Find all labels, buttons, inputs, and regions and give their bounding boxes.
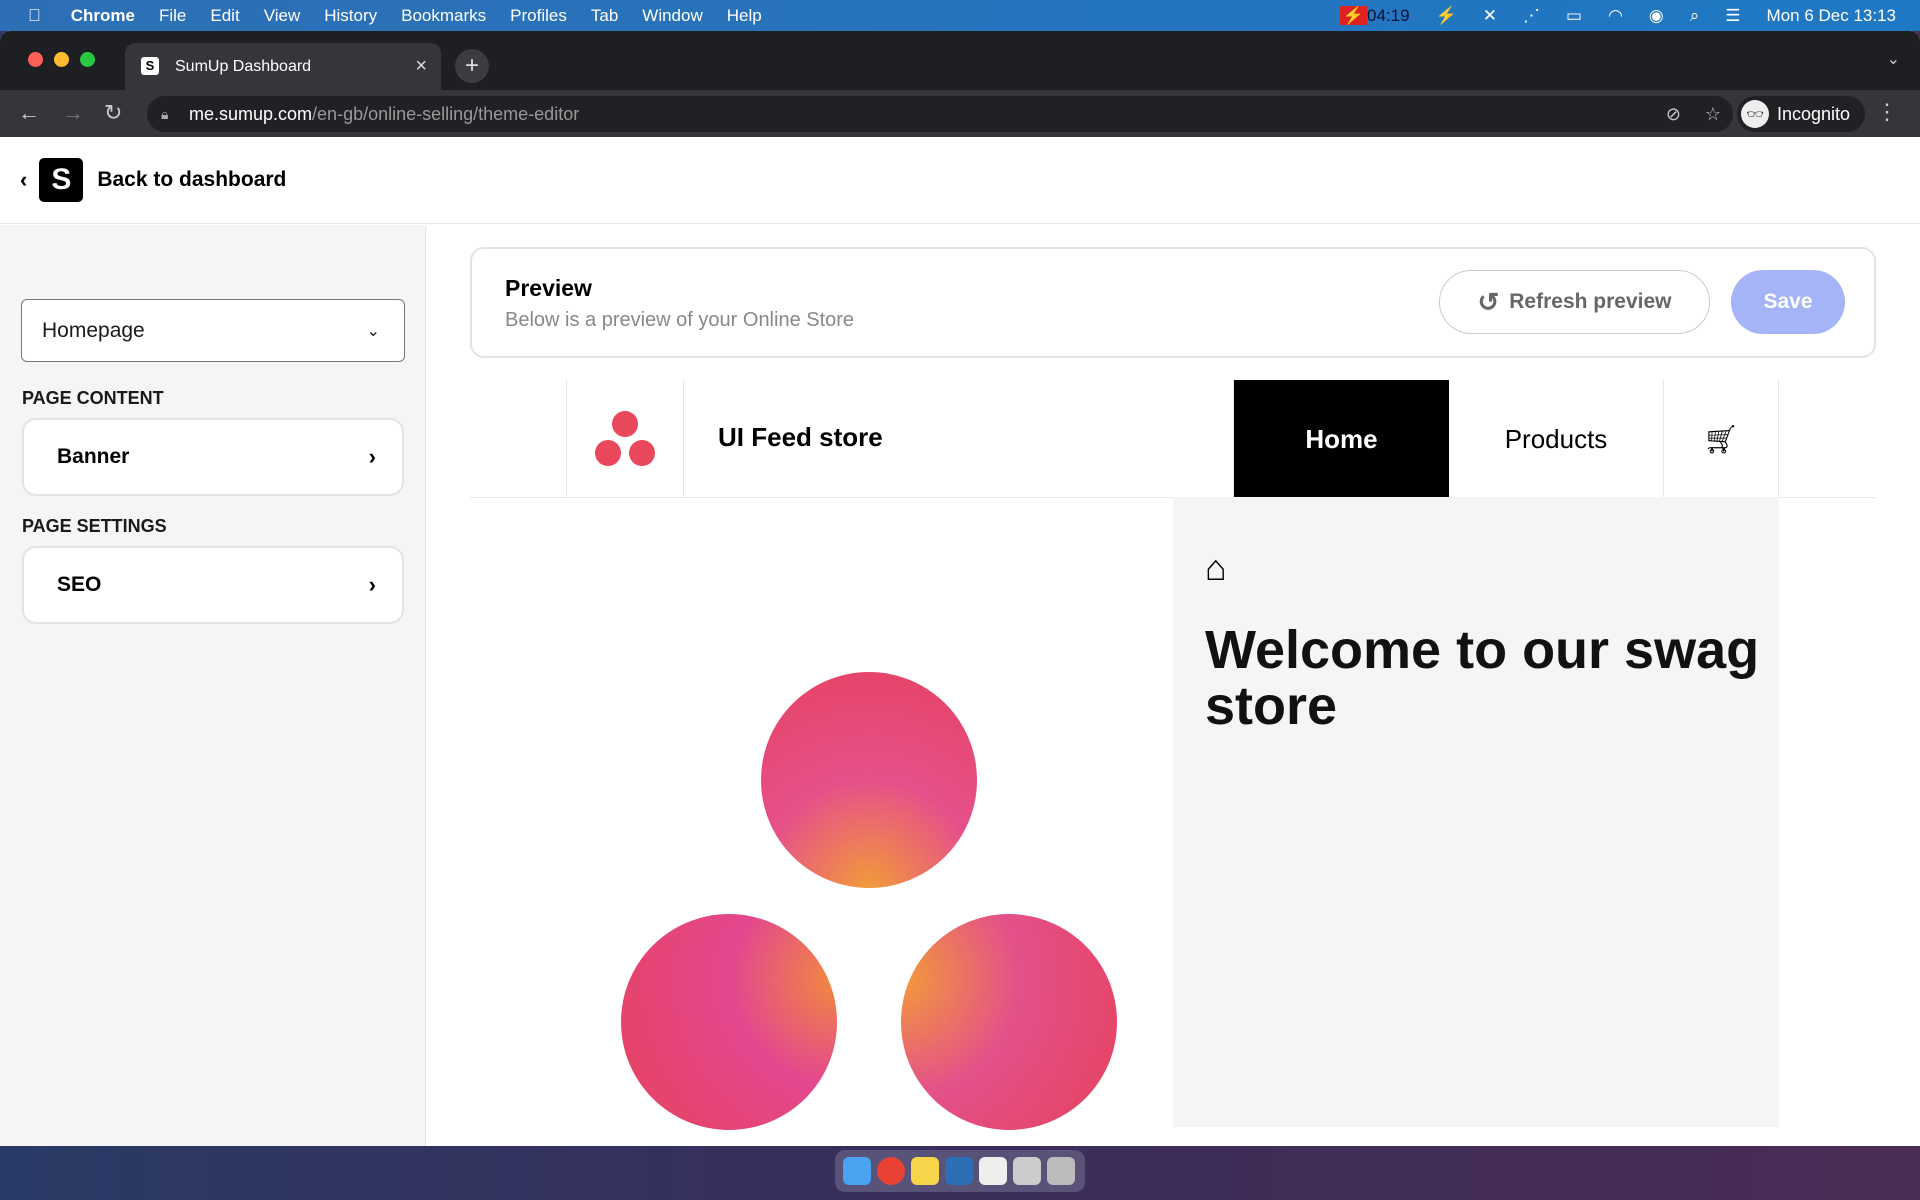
- menu-app[interactable]: Chrome: [71, 6, 135, 26]
- tab-title: SumUp Dashboard: [175, 57, 312, 75]
- store-logo[interactable]: [566, 380, 684, 498]
- back-icon[interactable]: ←: [18, 100, 40, 126]
- refresh-icon: ↺: [1477, 286, 1500, 317]
- menu-window[interactable]: Window: [642, 6, 702, 26]
- dock: [835, 1150, 1085, 1192]
- save-button[interactable]: Save: [1731, 270, 1845, 334]
- back-to-dashboard-link[interactable]: Back to dashboard: [97, 168, 286, 192]
- store-logo-icon: [595, 411, 655, 466]
- close-window-button[interactable]: [28, 52, 43, 67]
- page-settings-heading: PAGE SETTINGS: [22, 516, 167, 536]
- browser-menu-icon[interactable]: ⋮: [1876, 99, 1898, 125]
- document-icon[interactable]: [979, 1157, 1007, 1185]
- reload-icon[interactable]: ↻: [104, 100, 122, 126]
- page-content-heading: PAGE CONTENT: [22, 388, 164, 408]
- maximize-window-button[interactable]: [80, 52, 95, 67]
- hero-circle-left: [621, 914, 837, 1130]
- recording-icon: ⚡: [1339, 5, 1368, 25]
- chevron-down-icon: ⌄: [366, 322, 380, 340]
- incognito-profile-button[interactable]: 👓︎ Incognito: [1737, 96, 1865, 132]
- browser-window: S SumUp Dashboard × + ⌄ ← → ↻ 🔒︎ me.sumu…: [0, 31, 1920, 1146]
- hero-circle-right: [901, 914, 1117, 1130]
- forward-icon[interactable]: →: [62, 100, 84, 126]
- menu-view[interactable]: View: [264, 6, 301, 26]
- cart-icon[interactable]: 🛒︎: [1663, 380, 1779, 498]
- bolt-icon[interactable]: ⚡: [1436, 6, 1457, 26]
- close-tab-icon[interactable]: ×: [415, 55, 427, 78]
- app-header: ‹ S Back to dashboard: [0, 137, 1920, 224]
- preview-app-icon[interactable]: [1013, 1157, 1041, 1185]
- tab-list-chevron-icon[interactable]: ⌄: [1887, 49, 1900, 69]
- eye-off-icon[interactable]: ⊘: [1666, 104, 1681, 125]
- battery-icon[interactable]: ▭: [1566, 6, 1582, 26]
- search-icon[interactable]: ⌕: [1690, 6, 1700, 26]
- store-front-icon: ⌂: [1205, 547, 1227, 588]
- sumup-favicon: S: [141, 57, 159, 75]
- clock[interactable]: Mon 6 Dec 13:13: [1767, 6, 1896, 26]
- sumup-logo: S: [39, 158, 84, 202]
- dots-icon[interactable]: ⋰: [1523, 6, 1540, 26]
- hero-image: [566, 497, 1173, 1146]
- hero-text-panel: ⌂ Welcome to our swag store: [1173, 497, 1779, 1127]
- preview-title: Preview: [505, 275, 592, 301]
- back-chevron-icon[interactable]: ‹: [20, 167, 27, 193]
- bolt-app-icon[interactable]: [945, 1157, 973, 1185]
- chrome-icon[interactable]: [877, 1157, 905, 1185]
- preview-header-card: Preview Below is a preview of your Onlin…: [470, 247, 1876, 358]
- nav-home[interactable]: Home: [1233, 380, 1449, 498]
- minimize-window-button[interactable]: [54, 52, 69, 67]
- address-bar[interactable]: 🔒︎ me.sumup.com/en-gb/online-selling/the…: [147, 96, 1733, 132]
- address-toolbar: ← → ↻ 🔒︎ me.sumup.com/en-gb/online-selli…: [0, 90, 1920, 137]
- bluetooth-icon[interactable]: ✕: [1483, 6, 1497, 26]
- page-select[interactable]: Homepage ⌄: [21, 299, 405, 362]
- hero-title: Welcome to our swag store: [1205, 620, 1760, 736]
- notes-icon[interactable]: [911, 1157, 939, 1185]
- menu-tab[interactable]: Tab: [591, 6, 618, 26]
- tab-sumup-dashboard[interactable]: S SumUp Dashboard ×: [125, 43, 441, 90]
- hero-circle-top: [761, 672, 977, 888]
- lock-icon: 🔒︎: [161, 105, 169, 122]
- wifi-icon[interactable]: ◠: [1608, 6, 1623, 26]
- trash-icon[interactable]: [1047, 1157, 1075, 1185]
- seo-item[interactable]: SEO ›: [22, 546, 404, 624]
- tab-bar: S SumUp Dashboard × + ⌄: [0, 31, 1920, 90]
- store-navbar: UI Feed store Home Products 🛒︎: [470, 380, 1876, 498]
- menu-edit[interactable]: Edit: [210, 6, 239, 26]
- incognito-icon: 👓︎: [1741, 100, 1769, 128]
- finder-icon[interactable]: [843, 1157, 871, 1185]
- bookmark-star-icon[interactable]: ☆: [1705, 104, 1721, 125]
- banner-item[interactable]: Banner ›: [22, 418, 404, 496]
- sidebar: Homepage ⌄ PAGE CONTENT Banner › PAGE SETT…: [0, 225, 426, 1146]
- menu-help[interactable]: Help: [727, 6, 762, 26]
- refresh-preview-button[interactable]: ↺ Refresh preview: [1439, 270, 1710, 334]
- chevron-right-icon: ›: [368, 572, 376, 597]
- new-tab-button[interactable]: +: [455, 49, 489, 83]
- macos-menu-bar:  Chrome File Edit View History Bookmark…: [0, 0, 1920, 31]
- menu-bookmarks[interactable]: Bookmarks: [401, 6, 486, 26]
- control-center-icon[interactable]: ☰: [1725, 6, 1740, 26]
- preview-subtitle: Below is a preview of your Online Store: [505, 309, 855, 331]
- recording-indicator[interactable]: ⚡ 04:19: [1339, 5, 1410, 26]
- menu-file[interactable]: File: [159, 6, 186, 26]
- chevron-right-icon: ›: [368, 444, 376, 469]
- menu-profiles[interactable]: Profiles: [510, 6, 567, 26]
- user-icon[interactable]: ◉: [1649, 6, 1664, 26]
- nav-products[interactable]: Products: [1449, 380, 1663, 498]
- apple-icon[interactable]: : [28, 6, 41, 26]
- store-name[interactable]: UI Feed store: [718, 422, 883, 453]
- menu-history[interactable]: History: [324, 6, 377, 26]
